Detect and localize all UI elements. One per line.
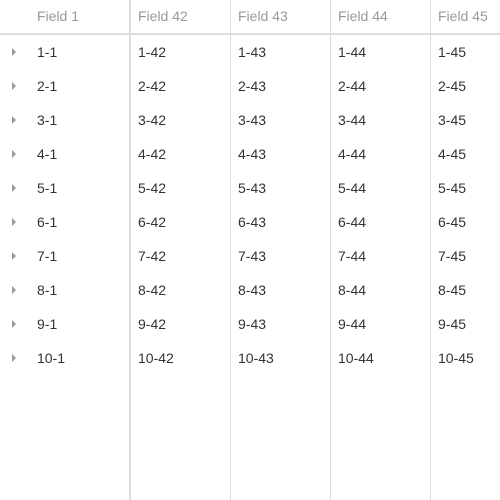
table-cell[interactable]: 3-44	[338, 103, 366, 137]
table-cell[interactable]: 7-42	[138, 239, 166, 273]
column-header-field-44[interactable]: Field 44	[338, 0, 388, 33]
expand-row-icon[interactable]	[12, 218, 16, 226]
data-grid: Field 1 Field 42 Field 43 Field 44 Field…	[0, 0, 500, 500]
table-cell[interactable]: 5-44	[338, 171, 366, 205]
expand-row-icon[interactable]	[12, 116, 16, 124]
table-row[interactable]: 4-1 4-42 4-43 4-44 4-45	[0, 137, 500, 171]
expand-row-icon[interactable]	[12, 48, 16, 56]
expand-row-icon[interactable]	[12, 252, 16, 260]
table-cell[interactable]: 5-45	[438, 171, 466, 205]
table-row[interactable]: 6-1 6-42 6-43 6-44 6-45	[0, 205, 500, 239]
table-cell[interactable]: 2-1	[37, 69, 57, 103]
table-row[interactable]: 2-1 2-42 2-43 2-44 2-45	[0, 69, 500, 103]
table-cell[interactable]: 1-1	[37, 35, 57, 69]
table-cell[interactable]: 7-44	[338, 239, 366, 273]
expand-row-icon[interactable]	[12, 184, 16, 192]
column-header-field-45[interactable]: Field 45	[438, 0, 488, 33]
table-cell[interactable]: 2-45	[438, 69, 466, 103]
table-cell[interactable]: 8-42	[138, 273, 166, 307]
table-row[interactable]: 9-1 9-42 9-43 9-44 9-45	[0, 307, 500, 341]
expand-row-icon[interactable]	[12, 82, 16, 90]
table-cell[interactable]: 4-1	[37, 137, 57, 171]
expand-row-icon[interactable]	[12, 320, 16, 328]
table-cell[interactable]: 10-44	[338, 341, 374, 375]
table-cell[interactable]: 4-44	[338, 137, 366, 171]
table-cell[interactable]: 5-1	[37, 171, 57, 205]
table-cell[interactable]: 7-45	[438, 239, 466, 273]
table-cell[interactable]: 8-43	[238, 273, 266, 307]
column-header-field-43[interactable]: Field 43	[238, 0, 288, 33]
table-row[interactable]: 5-1 5-42 5-43 5-44 5-45	[0, 171, 500, 205]
table-cell[interactable]: 3-43	[238, 103, 266, 137]
table-cell[interactable]: 2-44	[338, 69, 366, 103]
table-row[interactable]: 7-1 7-42 7-43 7-44 7-45	[0, 239, 500, 273]
table-cell[interactable]: 10-42	[138, 341, 174, 375]
grid-header: Field 1 Field 42 Field 43 Field 44 Field…	[0, 0, 500, 35]
column-header-field-42[interactable]: Field 42	[138, 0, 188, 33]
table-cell[interactable]: 10-43	[238, 341, 274, 375]
table-cell[interactable]: 10-45	[438, 341, 474, 375]
table-row[interactable]: 1-1 1-42 1-43 1-44 1-45	[0, 35, 500, 69]
table-cell[interactable]: 9-43	[238, 307, 266, 341]
table-row[interactable]: 8-1 8-42 8-43 8-44 8-45	[0, 273, 500, 307]
table-cell[interactable]: 1-43	[238, 35, 266, 69]
table-cell[interactable]: 6-44	[338, 205, 366, 239]
table-cell[interactable]: 6-43	[238, 205, 266, 239]
table-cell[interactable]: 6-1	[37, 205, 57, 239]
table-cell[interactable]: 7-1	[37, 239, 57, 273]
table-cell[interactable]: 4-45	[438, 137, 466, 171]
table-cell[interactable]: 1-45	[438, 35, 466, 69]
table-cell[interactable]: 3-1	[37, 103, 57, 137]
table-cell[interactable]: 2-42	[138, 69, 166, 103]
table-cell[interactable]: 2-43	[238, 69, 266, 103]
table-cell[interactable]: 8-45	[438, 273, 466, 307]
expand-row-icon[interactable]	[12, 150, 16, 158]
table-cell[interactable]: 6-45	[438, 205, 466, 239]
table-cell[interactable]: 4-43	[238, 137, 266, 171]
table-cell[interactable]: 9-1	[37, 307, 57, 341]
table-cell[interactable]: 9-42	[138, 307, 166, 341]
table-cell[interactable]: 1-42	[138, 35, 166, 69]
column-header-field-1[interactable]: Field 1	[37, 0, 79, 33]
table-cell[interactable]: 3-42	[138, 103, 166, 137]
table-cell[interactable]: 8-44	[338, 273, 366, 307]
table-row[interactable]: 3-1 3-42 3-43 3-44 3-45	[0, 103, 500, 137]
table-cell[interactable]: 9-44	[338, 307, 366, 341]
table-cell[interactable]: 8-1	[37, 273, 57, 307]
table-cell[interactable]: 7-43	[238, 239, 266, 273]
table-cell[interactable]: 6-42	[138, 205, 166, 239]
table-cell[interactable]: 5-43	[238, 171, 266, 205]
table-cell[interactable]: 9-45	[438, 307, 466, 341]
table-cell[interactable]: 10-1	[37, 341, 65, 375]
table-cell[interactable]: 4-42	[138, 137, 166, 171]
expand-row-icon[interactable]	[12, 354, 16, 362]
table-cell[interactable]: 5-42	[138, 171, 166, 205]
table-cell[interactable]: 3-45	[438, 103, 466, 137]
table-cell[interactable]: 1-44	[338, 35, 366, 69]
expand-row-icon[interactable]	[12, 286, 16, 294]
table-row[interactable]: 10-1 10-42 10-43 10-44 10-45	[0, 341, 500, 375]
